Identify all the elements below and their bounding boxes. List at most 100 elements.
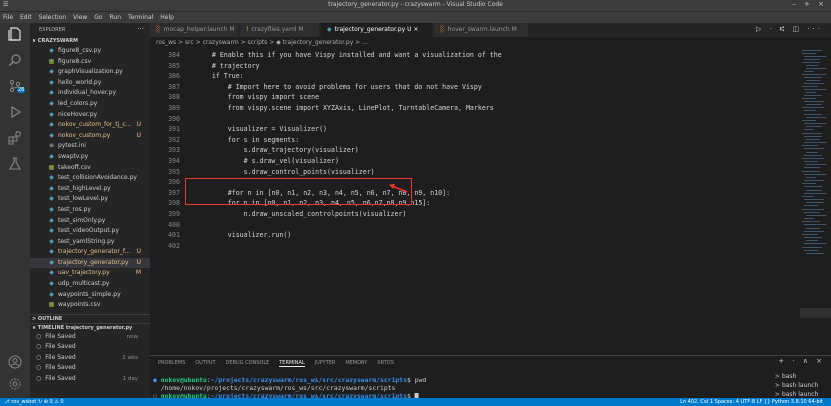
code-line[interactable]: 400 bbox=[150, 220, 196, 231]
menu-file[interactable]: File bbox=[0, 12, 15, 21]
file-item[interactable]: ▦ takeoff.csv bbox=[30, 163, 150, 174]
file-type-icon: ◆ bbox=[49, 290, 54, 298]
explorer-icon[interactable] bbox=[6, 27, 24, 43]
file-item[interactable]: ◆ udp_multicast.py bbox=[30, 279, 150, 290]
terminal-icon: ≻ bbox=[775, 382, 782, 389]
search-icon[interactable] bbox=[6, 53, 24, 69]
file-item[interactable]: ◆ nokov_custom_for_tj_c... U bbox=[30, 120, 150, 131]
file-item[interactable]: ◆ hello_world.py bbox=[30, 78, 150, 89]
file-item[interactable]: ◆ test_lowLevel.py bbox=[30, 194, 150, 205]
tab-trajectory-generator[interactable]: ◆ trajectory_generator.py U × bbox=[321, 23, 433, 37]
tab-mocap-helper[interactable]: ░ mocap_helper.launch M bbox=[150, 23, 239, 37]
workspace-folder[interactable]: ∨ CRAZYSWARM bbox=[30, 37, 150, 46]
explorer-more-button[interactable]: ··· bbox=[137, 25, 144, 33]
timeline-section[interactable]: ∨ TIMELINE trajectory_generator.py bbox=[30, 322, 150, 332]
code-line[interactable]: 391 visualizer = Visualizer() bbox=[150, 124, 327, 135]
file-item[interactable]: ◆ nokov_custom.py U bbox=[30, 131, 150, 142]
file-item[interactable]: ▦ waypoints.csv bbox=[30, 300, 150, 311]
file-item[interactable]: ◆ individual_hover.py bbox=[30, 88, 150, 99]
code-line[interactable]: 401 visualizer.run() bbox=[150, 230, 291, 241]
code-line[interactable]: 393 s.draw_trajectory(visualizer) bbox=[150, 145, 359, 156]
testing-icon[interactable] bbox=[6, 157, 24, 173]
source-control-icon[interactable]: 28 bbox=[6, 79, 26, 95]
settings-gear-icon[interactable] bbox=[6, 377, 24, 393]
line-number: 388 bbox=[168, 93, 180, 102]
editor-actions[interactable]: ▷ · ⑆ ◫ ··· bbox=[756, 25, 823, 33]
file-item[interactable]: ◆ led_colors.py bbox=[30, 99, 150, 110]
menu-run[interactable]: Run bbox=[107, 12, 124, 21]
code-line[interactable]: 394 # s.draw_vel(visualizer) bbox=[150, 156, 339, 167]
menu-edit[interactable]: Edit bbox=[17, 12, 34, 21]
file-item[interactable]: ◆ test_yamlString.py bbox=[30, 237, 150, 248]
timeline-item[interactable]: ○ File Saved bbox=[30, 342, 150, 353]
menu-go[interactable]: Go bbox=[91, 12, 104, 21]
tab-output[interactable]: OUTPUT bbox=[195, 360, 215, 366]
file-item[interactable]: ◆ graphVisualization.py bbox=[30, 67, 150, 78]
terminal-output[interactable]: ● nokov@ubuntu:~/projects/crazyswarm/ros… bbox=[150, 376, 760, 400]
menu-view[interactable]: View bbox=[70, 12, 89, 21]
file-item[interactable]: ◆ test_collisionAvoidance.py bbox=[30, 173, 150, 184]
tab-hover-swarm[interactable]: ░ hover_swarm.launch M bbox=[434, 23, 529, 37]
timeline-item[interactable]: ○ File Saved 1 day bbox=[30, 374, 150, 385]
file-type-icon: ◆ bbox=[49, 131, 54, 139]
terminal-instances-list: ≻ bash ≻ bash launch ≻ bash launch bbox=[775, 372, 831, 399]
git-status-badge: U bbox=[136, 121, 141, 129]
run-debug-icon[interactable] bbox=[6, 105, 24, 121]
code-line[interactable]: 386 if True: bbox=[150, 71, 244, 82]
file-item[interactable]: ◆ test_videoOutput.py bbox=[30, 226, 150, 237]
file-item[interactable]: ◆ waypoints_simple.py bbox=[30, 290, 150, 301]
status-right[interactable]: Ln 402, Col 1 Spaces: 4 UTF-8 LF {} Pyth… bbox=[680, 398, 823, 406]
code-line[interactable]: 389 from vispy.scene import XYZAxis, Lin… bbox=[150, 103, 494, 114]
code-line[interactable]: 388 from vispy import scene bbox=[150, 92, 319, 103]
outline-section[interactable]: > OUTLINE bbox=[30, 313, 150, 323]
code-line[interactable]: 392 for s in segments: bbox=[150, 135, 299, 146]
file-item[interactable]: ▦ figure8.csv bbox=[30, 57, 150, 68]
code-line[interactable]: 385 # trajectory bbox=[150, 61, 259, 72]
menu-selection[interactable]: Selection bbox=[36, 12, 69, 21]
file-item[interactable]: ◆ test_simOnly.py bbox=[30, 216, 150, 227]
code-line[interactable]: 390 bbox=[150, 114, 196, 125]
code-line[interactable]: 387 # Import here to avoid problems for … bbox=[150, 82, 482, 93]
file-item[interactable]: ◆ trajectory_generator_f... U bbox=[30, 247, 150, 258]
tab-xrtos[interactable]: XRTOS bbox=[377, 360, 394, 366]
line-number: 393 bbox=[168, 146, 180, 155]
menu-terminal[interactable]: Terminal bbox=[125, 12, 155, 21]
status-left[interactable]: ⎇ ros_wsbot ↻ ⊗ 0 ⚠ 0 bbox=[4, 398, 64, 406]
code-line[interactable]: 402 bbox=[150, 241, 196, 252]
code-line[interactable]: 395 s.draw_control_points(visualizer) bbox=[150, 167, 375, 178]
panel-controls[interactable]: + · ∧ × bbox=[778, 357, 825, 365]
file-item[interactable]: ◆ uav_trajectory.py M bbox=[30, 268, 150, 279]
tab-crazyflies-yaml[interactable]: ! crazyflies.yaml M bbox=[240, 23, 320, 37]
file-item[interactable]: ◆ figure8_csv.py bbox=[30, 46, 150, 57]
code-line[interactable]: 399 n.draw_unscaled_controlpoints(visual… bbox=[150, 209, 406, 220]
code-text: visualizer = Visualizer() bbox=[227, 125, 328, 134]
code-text: # Enable this if you have Vispy installe… bbox=[211, 51, 502, 59]
menu-help[interactable]: Help bbox=[157, 12, 176, 21]
tab-problems[interactable]: PROBLEMS bbox=[158, 360, 185, 366]
extensions-icon[interactable] bbox=[6, 131, 24, 147]
terminal-line: ● nokov@ubuntu:~/projects/crazyswarm/ros… bbox=[153, 376, 427, 384]
file-item[interactable]: ≡ pytest.ini bbox=[30, 141, 150, 152]
terminal-instance[interactable]: ≻ bash bbox=[775, 372, 831, 381]
file-item[interactable]: ◆ niceHover.py bbox=[30, 110, 150, 121]
file-name: test_yamlString.py bbox=[58, 237, 115, 245]
file-item[interactable]: ◆ swaptv.py bbox=[30, 152, 150, 163]
timeline-item[interactable]: ○ File Saved 2 wks bbox=[30, 353, 150, 364]
account-icon[interactable] bbox=[6, 355, 24, 371]
tab-jupyter[interactable]: JUPYTER bbox=[315, 360, 336, 366]
tab-terminal[interactable]: TERMINAL bbox=[279, 360, 305, 367]
timeline-item[interactable]: ○ File Saved now bbox=[30, 332, 150, 343]
minimap[interactable] bbox=[800, 48, 831, 348]
tab-debug-console[interactable]: DEBUG CONSOLE bbox=[226, 360, 270, 366]
breadcrumb[interactable]: ros_ws > src > crazyswarm > scripts > ◆ … bbox=[150, 37, 750, 48]
file-item[interactable]: ◆ test_highLevel.py bbox=[30, 184, 150, 195]
file-item[interactable]: ◆ test_ros.py bbox=[30, 205, 150, 216]
tab-memory[interactable]: MEMORY bbox=[345, 360, 367, 366]
terminal-instance[interactable]: ≻ bash launch bbox=[775, 381, 831, 390]
window-controls[interactable]: – + × bbox=[792, 0, 827, 8]
file-item[interactable]: ◆ trajectory_generator.py U bbox=[30, 257, 150, 269]
timeline-item[interactable]: ○ File Saved bbox=[30, 363, 150, 374]
code-line[interactable]: 384 # Enable this if you have Vispy inst… bbox=[150, 50, 502, 61]
timeline-label: File Saved bbox=[45, 374, 76, 382]
